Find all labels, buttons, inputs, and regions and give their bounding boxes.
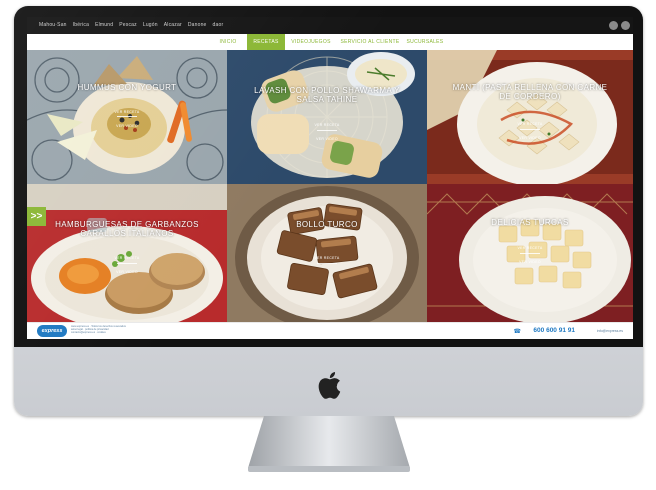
footer-legal: www.express.es · Todos los derechos rese… (71, 325, 161, 334)
recipe-link[interactable]: VER RECETA (27, 110, 227, 114)
divider (520, 129, 540, 130)
recipe-tile-hamburguesas[interactable]: HAMBURGUESAS DE GARBANZOS CARALLOS ITALI… (27, 184, 227, 322)
social-icon[interactable] (609, 21, 618, 30)
video-link[interactable]: VER VIDEO (427, 136, 633, 140)
bollo-turco-photo (227, 184, 427, 322)
brand-logo[interactable]: daor (213, 20, 224, 30)
brand-logo[interactable]: Pescaz (119, 20, 137, 30)
footer-email[interactable]: info@express.es (597, 329, 623, 333)
video-link[interactable]: VER VIDEO (227, 137, 427, 141)
brand-logo[interactable]: Lugón (143, 20, 158, 30)
recipe-tile-delicias-turcas[interactable]: DELICIAS TURCAS VER RECETA VER VIDEO (427, 184, 633, 322)
brand-logo[interactable]: Ibérica (73, 20, 89, 30)
manti-photo (427, 50, 633, 184)
recipe-tile-hummus[interactable]: HUMMUS CON YOGURT VER RECETA VER VIDEO (27, 50, 227, 184)
brand-logo[interactable]: Mahou·San (39, 20, 67, 30)
nav-item-videojuegos[interactable]: VIDEOJUEGOS (289, 34, 333, 50)
brand-logo[interactable]: Danone (188, 20, 207, 30)
main-nav: INICIO RECETAS VIDEOJUEGOS SERVICIO AL C… (27, 34, 633, 51)
divider (117, 263, 137, 264)
video-link[interactable]: VER VIDEO (27, 270, 227, 274)
video-link[interactable]: VER VIDEO (27, 124, 227, 128)
next-arrow-button[interactable]: >> (27, 207, 46, 226)
recipe-tile-lavash[interactable]: LAVASH CON POLLO SHAWARMA Y SALSA TAHINE… (227, 50, 427, 184)
hummus-photo (27, 50, 227, 184)
recipe-title: HUMMUS CON YOGURT (77, 83, 177, 92)
imac-stand (248, 416, 410, 472)
nav-item-inicio[interactable]: INICIO (213, 34, 243, 50)
recipe-title: HAMBURGUESAS DE GARBANZOS CARALLOS ITALI… (55, 220, 199, 238)
recipe-title: LAVASH CON POLLO SHAWARMA Y SALSA TAHINE (254, 86, 400, 104)
footer-line[interactable]: contacto@express.es · cookies (71, 331, 161, 334)
brand-logo[interactable]: Alcazar (164, 20, 182, 30)
lavash-photo (227, 50, 427, 184)
express-logo[interactable]: express (37, 325, 67, 337)
divider (317, 130, 337, 131)
divider (520, 253, 540, 254)
recipe-link[interactable]: VER RECETA (227, 256, 427, 260)
site-footer: express www.express.es · Todos los derec… (27, 322, 633, 339)
hamburguesas-photo (27, 184, 227, 322)
apple-logo-icon (318, 372, 341, 399)
recipe-title: DELICIAS TURCAS (491, 218, 569, 227)
website-screen: Mahou·San Ibérica Elmund Pescaz Lugón Al… (27, 17, 633, 339)
brand-list: Mahou·San Ibérica Elmund Pescaz Lugón Al… (39, 20, 223, 30)
recipe-tile-bollo-turco[interactable]: BOLLO TURCO VER RECETA (227, 184, 427, 322)
recipe-title: BOLLO TURCO (296, 220, 358, 229)
phone-number[interactable]: 600 600 91 91 (533, 327, 575, 335)
recipe-link[interactable]: VER RECETA (427, 246, 633, 250)
phone-icon: ☎ (513, 329, 521, 335)
recipe-grid: HUMMUS CON YOGURT VER RECETA VER VIDEO L… (27, 50, 633, 322)
divider (117, 116, 137, 117)
recipe-tile-manti[interactable]: MANTI (PASTA RELLENA CON CARNE DE CORDER… (427, 50, 633, 184)
divider (317, 263, 337, 264)
social-icon[interactable] (621, 21, 630, 30)
recipe-link[interactable]: VER RECETA (27, 256, 227, 260)
recipe-link[interactable]: VER RECETA (227, 123, 427, 127)
recipe-title: MANTI (PASTA RELLENA CON CARNE DE CORDER… (452, 83, 608, 101)
video-link[interactable]: VER VIDEO (427, 260, 633, 264)
nav-item-servicio-cliente[interactable]: SERVICIO AL CLIENTE (337, 34, 403, 50)
brand-top-bar: Mahou·San Ibérica Elmund Pescaz Lugón Al… (27, 17, 633, 34)
nav-item-recetas[interactable]: RECETAS (247, 34, 285, 50)
recipe-link[interactable]: VER RECETA (427, 122, 633, 126)
nav-item-sucursales[interactable]: SUCURSALES (405, 34, 445, 50)
brand-logo[interactable]: Elmund (95, 20, 113, 30)
